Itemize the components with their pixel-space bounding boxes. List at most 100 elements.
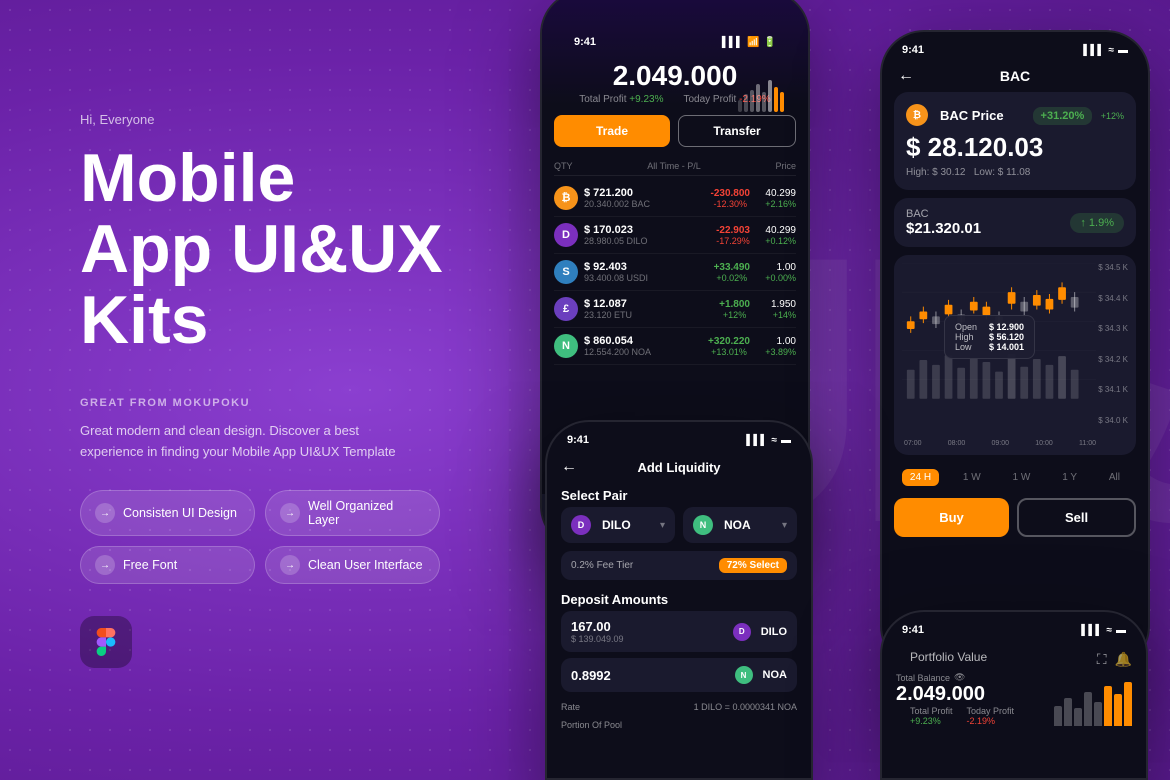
bac-mini-card: BAC $21.320.01 ↑ 1.9% — [894, 198, 1136, 247]
bac-mini-info: BAC $21.320.01 — [906, 208, 981, 237]
asset-info-etu: $ 12.087 23.120 ETU — [584, 298, 715, 320]
transfer-button[interactable]: Transfer — [678, 115, 796, 147]
add-liq-back-arrow[interactable]: ← — [561, 458, 577, 476]
phone1-tab-buttons: Trade Transfer — [554, 115, 796, 147]
portfolio-value-label: Portfolio Value — [896, 650, 1001, 668]
deposit2-icon: N — [735, 666, 753, 684]
bac-high-low: High: $ 30.12 Low: $ 11.08 — [906, 167, 1124, 178]
pair-coin-dilo: D DILO — [571, 515, 631, 535]
main-title: Mobile App UI&UX Kits — [80, 143, 500, 357]
phone1-status: 9:41 ▌▌▌📶🔋 — [554, 24, 796, 52]
tag-arrow-2: → — [280, 503, 300, 523]
tag-arrow-3: → — [95, 555, 115, 575]
asset-icon-etu: £ — [554, 297, 578, 321]
fee-label: 0.2% Fee Tier — [571, 560, 633, 571]
time-tab-1w[interactable]: 1 W — [955, 469, 989, 486]
asset-icon-noa: N — [554, 334, 578, 358]
pair-coin-noa: N NOA — [693, 515, 751, 535]
time-tabs: 24 H 1 W 1 W 1 Y All — [882, 463, 1148, 492]
deposit2-coin: N NOA — [735, 666, 787, 684]
trade-button[interactable]: Trade — [554, 115, 670, 147]
asset-change-btc: -230.800 -12.30% — [711, 188, 750, 209]
asset-price-dilo: 40.299 +0.12% — [754, 225, 796, 246]
phone4-status: 9:41 ▌▌▌≈▬ — [882, 612, 1146, 640]
chart-y-labels: $ 34.5 K $ 34.4 K $ 34.3 K $ 34.2 K $ 34… — [1098, 263, 1128, 425]
table-row: D $ 170.023 28.980.05 DILO -22.903 -17.2… — [554, 217, 796, 254]
expand-icon: ⛶ — [1097, 651, 1107, 668]
portfolio-main: Total Balance 👁 2.049.000 Total Profit +… — [882, 672, 1146, 726]
bac-name-row: ₿ BAC Price +31.20% +12% — [906, 104, 1124, 126]
figma-logo — [80, 616, 132, 668]
chart-x-labels: 07:00 08:00 09:00 10:00 11:00 — [904, 440, 1096, 447]
time-tab-all[interactable]: All — [1101, 469, 1128, 486]
deposit-label: Deposit Amounts — [547, 588, 811, 611]
bac-back-arrow[interactable]: ← — [898, 67, 914, 85]
time-tab-1w2[interactable]: 1 W — [1005, 469, 1039, 486]
buy-sell-row: Buy Sell — [882, 492, 1148, 549]
deposit1-icon: D — [733, 623, 751, 641]
table-row: S $ 92.403 93.400.08 USDI +33.490 +0.02%… — [554, 254, 796, 291]
asset-price-btc: 40.299 +2.16% — [754, 188, 796, 209]
noa-icon: N — [693, 515, 713, 535]
chevron-down-icon-2: ▾ — [782, 520, 787, 531]
asset-change-usdi: +33.490 +0.02% — [714, 262, 750, 283]
status-icons-2: ▌▌▌≈▬ — [1083, 45, 1128, 56]
eye-icon: 👁 — [954, 672, 965, 683]
asset-change-noa: +320.220 +13.01% — [708, 336, 750, 357]
asset-price-etu: 1.950 +14% — [754, 299, 796, 320]
deposit1-amount: 167.00 — [571, 619, 624, 634]
time-tab-1y[interactable]: 1 Y — [1054, 469, 1085, 486]
pair-select-noa[interactable]: N NOA ▾ — [683, 507, 797, 543]
sell-button[interactable]: Sell — [1017, 498, 1136, 537]
table-row: £ $ 12.087 23.120 ETU +1.800 +12% 1.950 … — [554, 291, 796, 328]
asset-price-noa: 1.00 +3.89% — [754, 336, 796, 357]
bell-icon: 🔔 — [1115, 651, 1132, 668]
tag-arrow-4: → — [280, 555, 300, 575]
portfolio-icons: ⛶ 🔔 — [1097, 651, 1132, 668]
tag-3: → Free Font — [80, 546, 255, 584]
status-icons-3: ▌▌▌≈▬ — [746, 435, 791, 446]
bac-mini-badge: ↑ 1.9% — [1070, 213, 1124, 233]
bac-big-price: $ 28.120.03 — [906, 132, 1124, 163]
portfolio-left: Total Balance 👁 2.049.000 Total Profit +… — [896, 672, 1040, 726]
portfolio-header: Portfolio Value ⛶ 🔔 — [882, 640, 1146, 672]
brand-subtitle: GREAT FROM MOKUPOKU — [80, 397, 500, 409]
add-liq-title: Add Liquidity — [637, 460, 720, 475]
bac-badge-pct: +31.20% — [1033, 107, 1093, 125]
pair-select-dilo[interactable]: D DILO ▾ — [561, 507, 675, 543]
fee-row: 0.2% Fee Tier 72% Select — [561, 551, 797, 580]
bac-price-card: ₿ BAC Price +31.20% +12% $ 28.120.03 Hig… — [894, 92, 1136, 190]
phone3-status: 9:41 ▌▌▌≈▬ — [547, 422, 811, 450]
deposit2-amount: 0.8992 — [571, 668, 611, 683]
asset-change-dilo: -22.903 -17.29% — [716, 225, 750, 246]
deposit-row-2: 0.8992 N NOA — [561, 658, 797, 692]
status-icons-4: ▌▌▌≈▬ — [1081, 625, 1126, 636]
greeting-text: Hi, Everyone — [80, 112, 500, 127]
phone-liquidity: 9:41 ▌▌▌≈▬ ← Add Liquidity Select Pair D… — [545, 420, 813, 780]
table-row: N $ 860.054 12.554.200 NOA +320.220 +13.… — [554, 328, 796, 365]
asset-info-noa: $ 860.054 12.554.200 NOA — [584, 335, 704, 357]
pair-row: D DILO ▾ N NOA ▾ — [547, 507, 811, 551]
tag-arrow-1: → — [95, 503, 115, 523]
left-panel: Hi, Everyone Mobile App UI&UX Kits GREAT… — [80, 0, 500, 780]
portfolio-big-num: 2.049.000 — [896, 683, 1040, 706]
chevron-down-icon-1: ▾ — [660, 520, 665, 531]
bac-coin-icon: ₿ — [906, 104, 928, 126]
rate-row: Rate 1 DILO = 0.0000341 NOA — [547, 698, 811, 716]
portfolio-mini-chart — [1054, 676, 1132, 726]
asset-icon-dilo: D — [554, 223, 578, 247]
phone1-main-content: Trade Transfer QTY All Time - P/L Price … — [542, 115, 808, 365]
portfolio-profit-row: Total Profit +9.23% Today Profit -2.19% — [896, 706, 1040, 726]
asset-price-usdi: 1.00 +0.00% — [754, 262, 796, 283]
bac-chart-area: Open $ 12.900 High $ 56.120 Low $ 14.001… — [894, 255, 1136, 455]
phone-portfolio: 9:41 ▌▌▌≈▬ Portfolio Value ⛶ 🔔 Total Bal… — [880, 610, 1148, 780]
time-tab-24h[interactable]: 24 H — [902, 469, 939, 486]
bac-header: ← BAC — [882, 60, 1148, 92]
deposit1-sub: $ 139.049.09 — [571, 634, 624, 644]
chart-tooltip: Open $ 12.900 High $ 56.120 Low $ 14.001 — [944, 315, 1035, 359]
status-icons-1: ▌▌▌📶🔋 — [722, 37, 776, 48]
phones-area: 9:41 ▌▌▌📶🔋 2.049.000 Total Profit +9.23%… — [490, 0, 1170, 780]
deposit1-coin: D DILO — [733, 623, 787, 641]
buy-button[interactable]: Buy — [894, 498, 1009, 537]
select-pair-label: Select Pair — [547, 484, 811, 507]
